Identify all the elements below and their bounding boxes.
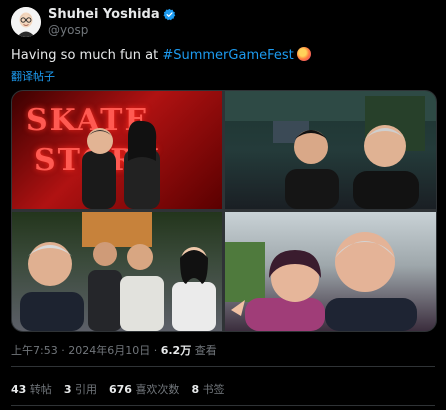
tweet-text-prefix: Having so much fun at [11, 48, 163, 63]
quotes-label: 引用 [74, 383, 97, 396]
tweet: Shuhei Yoshida @yosp Having so much fun … [0, 0, 446, 410]
photo-4[interactable] [225, 212, 436, 331]
author-name-row: Shuhei Yoshida [48, 7, 176, 22]
tweet-text: Having so much fun at #SummerGameFest [11, 47, 311, 63]
verified-badge-icon [163, 8, 175, 21]
author-name[interactable]: Shuhei Yoshida [48, 7, 160, 22]
bookmarks-label: 书签 [202, 383, 225, 396]
divider-top [11, 366, 435, 367]
reposts-count: 43 [11, 383, 27, 396]
tweet-date[interactable]: 2024年6月10日 [68, 344, 150, 357]
meta-separator-2: · [153, 344, 158, 357]
media-grid: SKATE STORY [11, 90, 437, 332]
tweet-time[interactable]: 上午7:53 [11, 344, 58, 357]
hashtag-link[interactable]: #SummerGameFest [162, 48, 293, 63]
stat-likes[interactable]: 676 喜欢次数 [109, 381, 179, 397]
meta-separator: · [61, 344, 65, 357]
photo-3[interactable] [12, 212, 222, 331]
photo-2[interactable] [225, 91, 436, 209]
author-handle[interactable]: @yosp [48, 23, 88, 37]
photo-1-people-icon [82, 120, 160, 209]
engagement-stats: 43 转帖 3 引用 676 喜欢次数 8 书签 [11, 381, 237, 397]
photo-3-people-icon [20, 212, 216, 331]
translate-post-link[interactable]: 翻译帖子 [11, 68, 55, 84]
reposts-label: 转帖 [29, 383, 52, 396]
stat-quotes[interactable]: 3 引用 [64, 381, 97, 397]
likes-count: 676 [108, 383, 132, 396]
quotes-count: 3 [63, 383, 72, 396]
stat-bookmarks[interactable]: 8 书签 [191, 381, 224, 397]
views-label: 查看 [194, 344, 217, 357]
divider-bottom [11, 405, 435, 406]
stat-reposts[interactable]: 43 转帖 [11, 381, 52, 397]
photo-4-people-icon [225, 232, 417, 331]
summer-game-fest-emoji-icon [296, 47, 311, 61]
photo-1[interactable]: SKATE STORY [12, 91, 222, 209]
views-count: 6.2万 [160, 344, 192, 357]
bookmarks-count: 8 [191, 383, 200, 396]
tweet-meta: 上午7:53 · 2024年6月10日 · 6.2万 查看 [11, 342, 217, 358]
photo-2-people-icon [225, 91, 436, 209]
avatar-illustration-icon [11, 7, 41, 37]
likes-label: 喜欢次数 [135, 383, 180, 396]
avatar[interactable] [11, 7, 41, 37]
